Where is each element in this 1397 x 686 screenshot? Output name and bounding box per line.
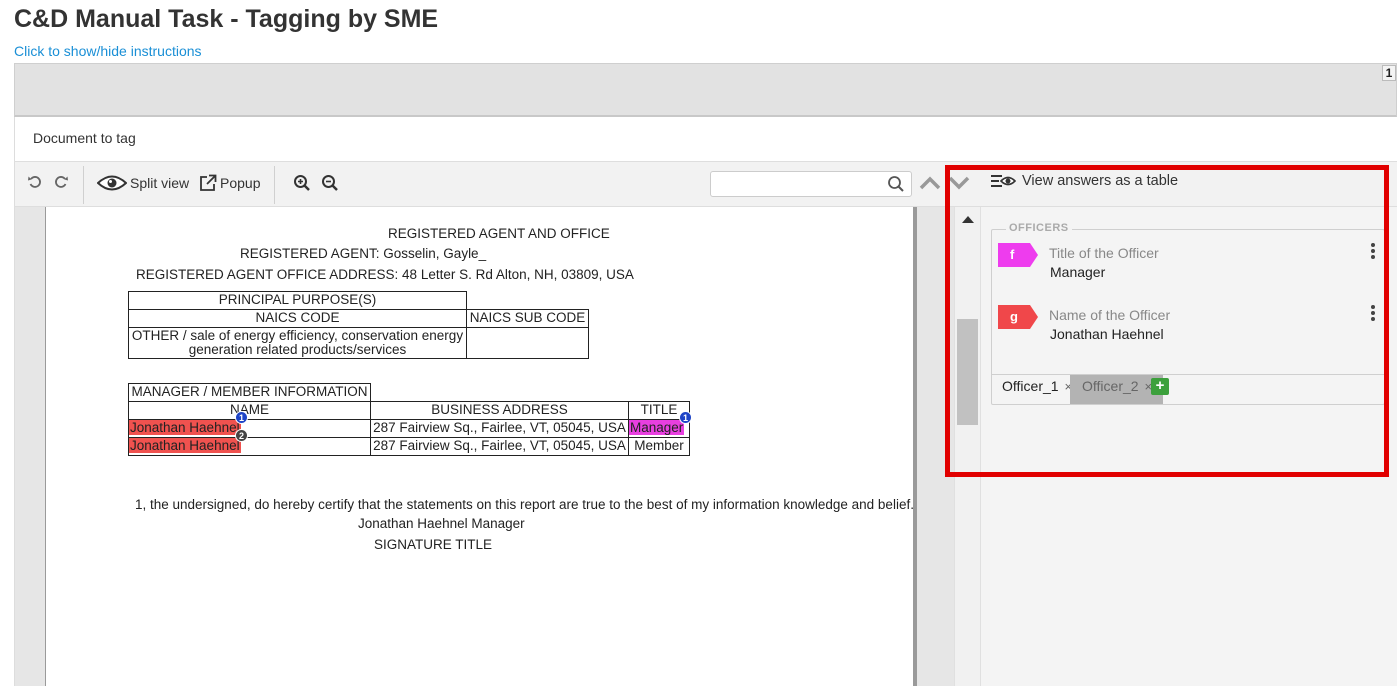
officers-group: OFFICERS f Title of the Officer Manager … [991, 222, 1386, 405]
add-officer-button[interactable]: + [1151, 378, 1169, 395]
more-options-icon[interactable] [1368, 305, 1378, 323]
undo-icon[interactable] [27, 174, 43, 190]
more-options-icon[interactable] [1368, 243, 1378, 261]
previous-match-icon[interactable] [918, 174, 942, 197]
tagged-officer-name[interactable]: Jonathan Haehnel [129, 438, 241, 453]
document-page: REGISTERED AGENT AND OFFICE REGISTERED A… [45, 207, 917, 686]
tag-count-badge: 1 [679, 411, 692, 424]
doc-agent-address: REGISTERED AGENT OFFICE ADDRESS: 48 Lett… [136, 267, 634, 282]
tagged-officer-title[interactable]: Manager [629, 420, 685, 435]
document-scrollbar[interactable] [954, 207, 980, 686]
tagged-officer-name[interactable]: Jonathan Haehnel [129, 420, 241, 435]
document-search-input[interactable] [710, 171, 912, 197]
top-banner: 1 [14, 63, 1397, 117]
answer-label: Title of the Officer [1049, 245, 1159, 261]
doc-signer: Jonathan Haehnel Manager [358, 516, 525, 531]
purpose-row-line2: generation related products/services [188, 342, 407, 357]
split-view-label: Split view [130, 175, 190, 191]
doc-registered-agent: REGISTERED AGENT: Gosselin, Gayle_ [240, 246, 487, 261]
view-answers-table-label: View answers as a table [1022, 173, 1179, 189]
tag-count-badge: 2 [235, 429, 248, 442]
tab-officer-2[interactable]: Officer_2 × [1070, 375, 1163, 404]
doc-certification: 1, the undersigned, do hereby certify th… [135, 497, 914, 512]
answers-panel: OFFICERS f Title of the Officer Manager … [980, 207, 1397, 686]
purpose-table-title: PRINCIPAL PURPOSE(S) [128, 291, 467, 310]
search-icon[interactable] [887, 175, 905, 198]
doc-signature-title: SIGNATURE TITLE [374, 537, 493, 552]
external-link-icon [200, 174, 217, 191]
purpose-col-subcode: NAICS SUB CODE [466, 309, 589, 328]
purpose-col-naics: NAICS CODE [128, 309, 467, 328]
split-view-button[interactable]: Split view [97, 174, 189, 192]
toolbar-divider [83, 166, 84, 204]
page-title: C&D Manual Task - Tagging by SME [14, 5, 439, 33]
purpose-row-line1: OTHER / sale of energy efficiency, conse… [131, 328, 464, 343]
manager-col-name: NAME [128, 401, 371, 420]
purpose-row-subcode [466, 327, 589, 359]
document-section-label: Document to tag [14, 117, 1397, 161]
tab-officer-1-label: Officer_1 [1002, 378, 1059, 394]
popup-label: Popup [220, 175, 261, 191]
document-toolbar: Split view Popup [14, 161, 980, 207]
scrollbar-thumb[interactable] [957, 319, 978, 425]
tab-officer-1[interactable]: Officer_1 × [998, 375, 1077, 404]
purpose-row: OTHER / sale of energy efficiency, conse… [128, 327, 467, 359]
answer-value: Manager [1050, 264, 1106, 280]
redo-icon[interactable] [53, 174, 69, 190]
tab-officer-2-label: Officer_2 [1082, 378, 1139, 394]
eye-icon [97, 175, 127, 191]
popup-button[interactable]: Popup [199, 174, 260, 192]
instructions-toggle-link[interactable]: Click to show/hide instructions [14, 43, 202, 59]
list-view-icon [991, 175, 1016, 187]
manager-row-2-name-cell: Jonathan Haehnel [128, 437, 371, 456]
manager-row-1-name-cell: Jonathan Haehnel [128, 419, 371, 438]
document-viewer[interactable]: REGISTERED AGENT AND OFFICE REGISTERED A… [14, 207, 954, 686]
answer-name-of-officer[interactable]: g Name of the Officer Jonathan Haehnel [998, 305, 1382, 355]
scroll-up-arrow-icon[interactable] [962, 216, 974, 223]
tag-count-badge: 1 [235, 411, 248, 424]
officer-tabs: Officer_1 × Officer_2 × + [992, 374, 1386, 404]
answer-title-of-officer[interactable]: f Title of the Officer Manager [998, 243, 1382, 293]
toolbar-divider [274, 166, 275, 204]
tag-f-label: f [998, 243, 1038, 267]
page-indicator: 1 [1382, 65, 1396, 81]
answer-label: Name of the Officer [1049, 307, 1171, 323]
next-match-icon[interactable] [947, 174, 971, 197]
zoom-out-icon[interactable] [321, 174, 339, 192]
doc-heading: REGISTERED AGENT AND OFFICE [388, 226, 610, 241]
view-answers-table-button[interactable]: View answers as a table [990, 173, 1178, 189]
manager-row-1-address: 287 Fairview Sq., Fairlee, VT, 05045, US… [370, 419, 629, 438]
answer-value: Jonathan Haehnel [1050, 326, 1164, 342]
manager-row-2-title: Member [628, 437, 690, 456]
zoom-in-icon[interactable] [293, 174, 311, 192]
manager-table-title: MANAGER / MEMBER INFORMATION [128, 383, 371, 402]
manager-row-2-address: 287 Fairview Sq., Fairlee, VT, 05045, US… [370, 437, 629, 456]
manager-col-address: BUSINESS ADDRESS [370, 401, 629, 420]
tag-g-label: g [998, 305, 1038, 329]
answers-panel-header: View answers as a table [980, 161, 1397, 207]
officers-group-label: OFFICERS [1006, 222, 1072, 234]
